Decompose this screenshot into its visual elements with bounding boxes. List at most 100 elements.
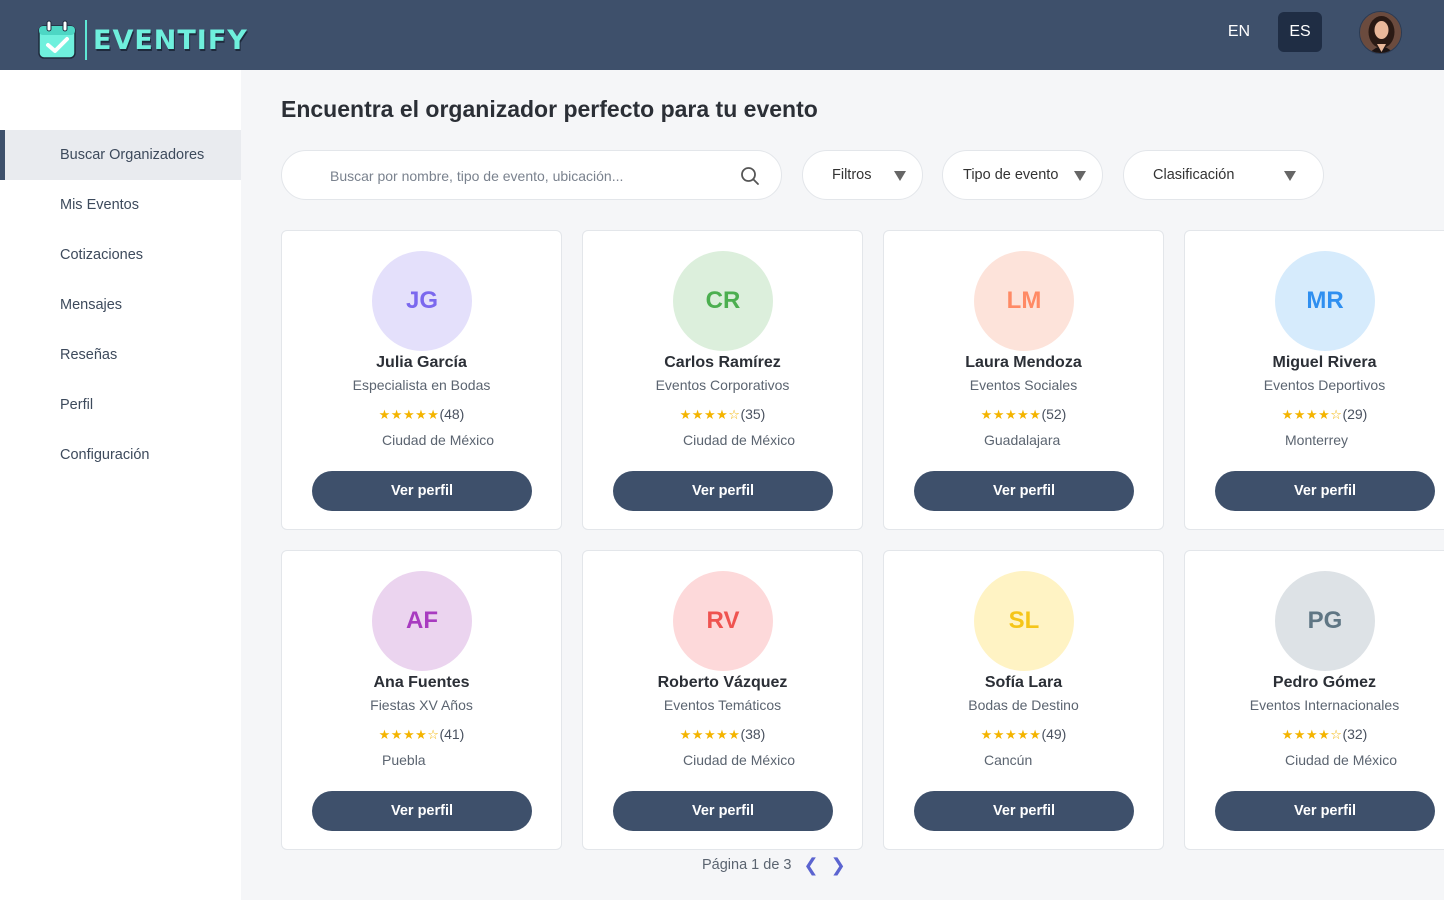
sidebar-item-buscar-organizadores[interactable]: Buscar Organizadores — [0, 130, 241, 180]
organizer-specialty: Eventos Internacionales — [1249, 697, 1400, 713]
language-es-button[interactable]: ES — [1278, 12, 1322, 52]
event-type-dropdown[interactable]: Tipo de evento — [942, 150, 1103, 200]
organizer-card: SL Sofía Lara Bodas de Destino ★★★★★(49) Can… — [883, 550, 1164, 850]
organizer-rating: ★★★★☆(29) — [1185, 406, 1444, 423]
language-en-button[interactable]: EN — [1217, 12, 1261, 52]
organizer-name: Carlos Ramírez — [664, 354, 781, 371]
organizer-avatar: RV — [673, 571, 773, 671]
organizer-name: Ana Fuentes — [373, 674, 470, 691]
organizer-location: Puebla — [382, 752, 426, 768]
pagination-label: Página 1 de 3 — [702, 857, 792, 873]
review-count: (41) — [439, 726, 465, 742]
chevron-down-icon — [1284, 171, 1296, 181]
rating-dropdown[interactable]: Clasificación — [1123, 150, 1324, 200]
organizer-specialty: Eventos Temáticos — [663, 697, 782, 713]
review-count: (52) — [1041, 406, 1067, 422]
organizer-card: CR Carlos Ramírez Eventos Corporativos ★★★★… — [582, 230, 863, 530]
view-profile-button[interactable]: Ver perfil — [312, 791, 532, 831]
user-avatar[interactable] — [1359, 11, 1402, 54]
review-count: (38) — [740, 726, 766, 742]
search-bar — [281, 150, 782, 200]
review-count: (48) — [439, 406, 465, 422]
organizer-avatar: MR — [1275, 251, 1375, 351]
organizer-name: Julia García — [376, 354, 467, 371]
organizer-specialty: Eventos Sociales — [969, 377, 1078, 393]
organizer-rating: ★★★★★(52) — [884, 406, 1163, 423]
organizer-location: Ciudad de México — [683, 432, 796, 448]
sidebar-item-resenas[interactable]: Reseñas — [0, 330, 241, 380]
page-title: Encuentra el organizador perfecto para t… — [281, 96, 818, 122]
logo-divider — [85, 20, 87, 60]
view-profile-button[interactable]: Ver perfil — [312, 471, 532, 511]
search-icon[interactable] — [740, 166, 760, 186]
sidebar-item-configuracion[interactable]: Configuración — [0, 430, 241, 480]
pagination: Página 1 de 3 ❮ ❯ — [702, 856, 846, 874]
organizer-rating: ★★★★☆(41) — [282, 726, 561, 743]
star-rating-icon: ★★★★☆ — [679, 407, 741, 422]
organizer-avatar: SL — [974, 571, 1074, 671]
rating-dropdown-label: Clasificación — [1153, 167, 1235, 183]
organizer-card: RV Roberto Vázquez Eventos Temáticos ★★★★★(… — [582, 550, 863, 850]
review-count: (29) — [1342, 406, 1368, 422]
organizer-card: MR Miguel Rivera Eventos Deportivos ★★★★☆(2… — [1184, 230, 1444, 530]
chevron-right-icon[interactable]: ❯ — [831, 856, 846, 874]
organizer-location: Cancún — [984, 752, 1033, 768]
view-profile-button[interactable]: Ver perfil — [613, 471, 833, 511]
organizer-card: LM Laura Mendoza Eventos Sociales ★★★★★(52)… — [883, 230, 1164, 530]
organizer-location: Monterrey — [1285, 432, 1349, 448]
chevron-down-icon — [894, 171, 906, 181]
filters-dropdown[interactable]: Filtros — [802, 150, 923, 200]
organizer-avatar: JG — [372, 251, 472, 351]
organizer-specialty: Fiestas XV Años — [370, 697, 473, 713]
event-type-dropdown-label: Tipo de evento — [963, 167, 1059, 183]
view-profile-button[interactable]: Ver perfil — [1215, 471, 1435, 511]
organizer-avatar: PG — [1275, 571, 1375, 671]
organizer-rating: ★★★★☆(35) — [583, 406, 862, 423]
review-count: (49) — [1041, 726, 1067, 742]
star-rating-icon: ★★★★☆ — [1281, 407, 1343, 422]
organizer-location: Ciudad de México — [683, 752, 796, 768]
star-rating-icon: ★★★★★ — [378, 407, 440, 422]
organizer-rating: ★★★★★(48) — [282, 406, 561, 423]
organizer-specialty: Bodas de Destino — [968, 697, 1079, 713]
organizer-name: Pedro Gómez — [1272, 674, 1377, 691]
organizer-card: PG Pedro Gómez Eventos Internacionales ★★★★… — [1184, 550, 1444, 850]
organizer-specialty: Especialista en Bodas — [352, 377, 491, 393]
brand-logo[interactable]: EVENTIFY — [36, 18, 248, 62]
sidebar-item-mensajes[interactable]: Mensajes — [0, 280, 241, 330]
brand-name: EVENTIFY — [93, 24, 248, 56]
organizer-location: Ciudad de México — [1285, 752, 1398, 768]
review-count: (35) — [740, 406, 766, 422]
view-profile-button[interactable]: Ver perfil — [613, 791, 833, 831]
star-rating-icon: ★★★★☆ — [1281, 727, 1343, 742]
organizer-avatar: LM — [974, 251, 1074, 351]
filters-dropdown-label: Filtros — [832, 167, 872, 183]
chevron-left-icon[interactable]: ❮ — [804, 856, 819, 874]
organizer-rating: ★★★★★(49) — [884, 726, 1163, 743]
organizer-name: Miguel Rivera — [1272, 354, 1377, 371]
search-input[interactable] — [330, 163, 720, 189]
sidebar-item-cotizaciones[interactable]: Cotizaciones — [0, 230, 241, 280]
sidebar: Buscar Organizadores Mis Eventos Cotizac… — [0, 70, 241, 900]
organizer-avatar: CR — [673, 251, 773, 351]
organizer-name: Roberto Vázquez — [657, 674, 788, 691]
star-rating-icon: ★★★★★ — [679, 727, 741, 742]
organizer-location: Ciudad de México — [382, 432, 495, 448]
organizer-card: JG Julia García Especialista en Bodas ★★★★★… — [281, 230, 562, 530]
top-bar: EVENTIFY EN ES — [0, 0, 1444, 70]
view-profile-button[interactable]: Ver perfil — [1215, 791, 1435, 831]
organizer-rating: ★★★★★(38) — [583, 726, 862, 743]
view-profile-button[interactable]: Ver perfil — [914, 471, 1134, 511]
chevron-down-icon — [1074, 171, 1086, 181]
star-rating-icon: ★★★★★ — [980, 727, 1042, 742]
organizer-name: Sofía Lara — [984, 674, 1063, 691]
organizer-rating: ★★★★☆(32) — [1185, 726, 1444, 743]
sidebar-item-perfil[interactable]: Perfil — [0, 380, 241, 430]
star-rating-icon: ★★★★☆ — [378, 727, 440, 742]
sidebar-item-mis-eventos[interactable]: Mis Eventos — [0, 180, 241, 230]
view-profile-button[interactable]: Ver perfil — [914, 791, 1134, 831]
star-rating-icon: ★★★★★ — [980, 407, 1042, 422]
organizer-location: Guadalajara — [984, 432, 1061, 448]
review-count: (32) — [1342, 726, 1368, 742]
organizer-specialty: Eventos Corporativos — [655, 377, 790, 393]
